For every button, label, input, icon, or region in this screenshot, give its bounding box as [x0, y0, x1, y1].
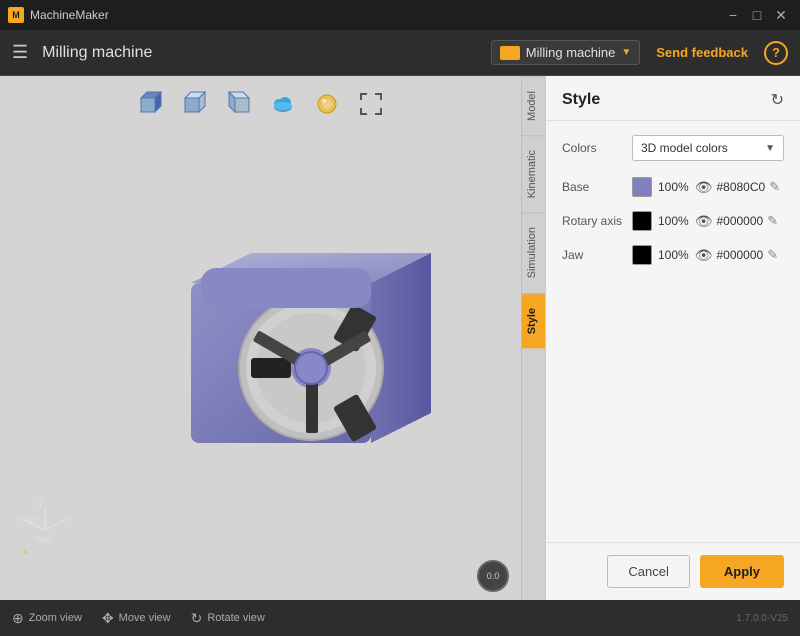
base-edit-button[interactable]: ✎: [769, 179, 780, 195]
jaw-color-label: Jaw: [562, 248, 632, 262]
fit-view-button[interactable]: [353, 86, 389, 122]
tab-style[interactable]: Style: [522, 293, 545, 348]
axis-indicator: Y Front Z Right X: [10, 500, 80, 555]
bottom-tools: ⊕ Zoom view ✥ Move view ↻ Rotate view: [12, 610, 265, 627]
panel-refresh-button[interactable]: ↻: [771, 90, 784, 110]
version-label: 1.7.0.0-V25: [736, 613, 788, 624]
viewport-toolbar: [0, 86, 521, 122]
right-panel: Style ↻ Colors 3D model colors ▼ Base 10…: [545, 76, 800, 600]
cancel-button[interactable]: Cancel: [607, 555, 689, 588]
perspective-view-button[interactable]: [133, 86, 169, 122]
rotary-color-percent: 100%: [658, 214, 689, 228]
jaw-color-swatch[interactable]: [632, 245, 652, 265]
jaw-color-percent: 100%: [658, 248, 689, 262]
zoom-icon: ⊕: [12, 610, 24, 627]
maximize-button[interactable]: □: [746, 4, 768, 26]
camera-view-button[interactable]: [309, 86, 345, 122]
hamburger-icon[interactable]: ☰: [12, 42, 28, 63]
window-controls: − □ ✕: [722, 4, 792, 26]
move-view-tool[interactable]: ✥ Move view: [102, 610, 171, 627]
rotate-view-label: Rotate view: [207, 612, 264, 624]
machine-selector-label: Milling machine: [526, 45, 616, 60]
colors-select[interactable]: 3D model colors ▼: [632, 135, 784, 161]
title-bar: M MachineMaker − □ ✕: [0, 0, 800, 30]
base-color-row: Base 100% 👁 #8080C0 ✎: [562, 177, 784, 197]
panel-title: Style: [562, 91, 600, 109]
minimize-button[interactable]: −: [722, 4, 744, 26]
back-view-button[interactable]: [221, 86, 257, 122]
zoom-view-tool[interactable]: ⊕ Zoom view: [12, 610, 82, 627]
panel-footer: Cancel Apply: [546, 542, 800, 600]
jaw-color-row: Jaw 100% 👁 #000000 ✎: [562, 245, 784, 265]
rotary-visibility-button[interactable]: 👁: [695, 213, 713, 230]
colors-label: Colors: [562, 141, 632, 155]
rotate-icon: ↻: [191, 610, 203, 627]
app-title: MachineMaker: [30, 8, 109, 22]
viewport[interactable]: Y Front Z Right X 0.0: [0, 76, 521, 600]
jaw-color-hex: #000000: [716, 248, 763, 262]
header-title: Milling machine: [42, 44, 491, 62]
chevron-down-icon: ▼: [621, 47, 631, 58]
3d-scene[interactable]: [60, 136, 501, 560]
svg-text:Z: Z: [38, 500, 43, 509]
jaw-visibility-button[interactable]: 👁: [695, 247, 713, 264]
colors-row: Colors 3D model colors ▼: [562, 135, 784, 161]
rotate-view-tool[interactable]: ↻ Rotate view: [191, 610, 265, 627]
move-view-label: Move view: [119, 612, 171, 624]
header: ☰ Milling machine Milling machine ▼ Send…: [0, 30, 800, 76]
tab-model[interactable]: Model: [522, 76, 545, 135]
cloud-view-button[interactable]: [265, 86, 301, 122]
base-visibility-button[interactable]: 👁: [695, 179, 713, 196]
rotary-color-label: Rotary axis: [562, 214, 632, 228]
bottom-bar: ⊕ Zoom view ✥ Move view ↻ Rotate view 1.…: [0, 600, 800, 636]
panel-body: Colors 3D model colors ▼ Base 100% 👁 #80…: [546, 121, 800, 542]
zoom-view-label: Zoom view: [29, 612, 82, 624]
svg-text:Right: Right: [35, 535, 54, 544]
speed-indicator: 0.0: [477, 560, 509, 592]
jaw-edit-button[interactable]: ✎: [767, 247, 778, 263]
svg-text:Front: Front: [18, 515, 37, 524]
base-color-percent: 100%: [658, 180, 689, 194]
help-button[interactable]: ?: [764, 41, 788, 65]
machine-selector[interactable]: Milling machine ▼: [491, 40, 641, 65]
send-feedback-button[interactable]: Send feedback: [650, 41, 754, 64]
move-icon: ✥: [102, 610, 114, 627]
rotary-edit-button[interactable]: ✎: [767, 213, 778, 229]
rotary-color-row: Rotary axis 100% 👁 #000000 ✎: [562, 211, 784, 231]
close-button[interactable]: ✕: [770, 4, 792, 26]
base-color-label: Base: [562, 180, 632, 194]
svg-text:X: X: [23, 549, 28, 555]
panel-header: Style ↻: [546, 76, 800, 121]
side-tabs: Model Kinematic Simulation Style: [521, 76, 545, 600]
base-color-hex: #8080C0: [716, 180, 765, 194]
machine-icon: [500, 46, 520, 60]
app-icon: M: [8, 7, 24, 23]
header-right: Milling machine ▼ Send feedback ?: [491, 40, 788, 65]
svg-text:Y: Y: [67, 515, 73, 524]
main-content: Y Front Z Right X 0.0 Model Kinematic Si…: [0, 76, 800, 600]
base-color-swatch[interactable]: [632, 177, 652, 197]
rotary-color-hex: #000000: [716, 214, 763, 228]
tab-simulation[interactable]: Simulation: [522, 212, 545, 292]
rotary-color-swatch[interactable]: [632, 211, 652, 231]
select-arrow-icon: ▼: [765, 143, 775, 154]
front-view-button[interactable]: [177, 86, 213, 122]
apply-button[interactable]: Apply: [700, 555, 784, 588]
tab-kinematic[interactable]: Kinematic: [522, 135, 545, 212]
